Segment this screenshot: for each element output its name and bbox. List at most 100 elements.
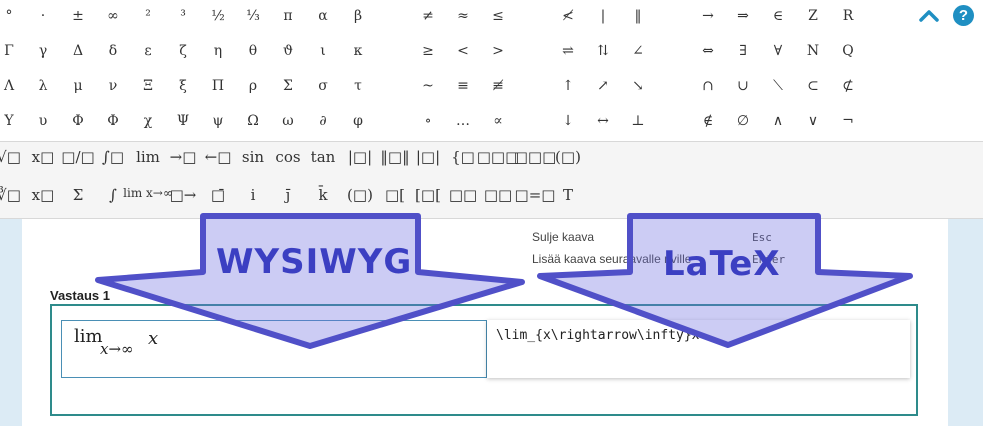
symbol-button[interactable]: ↗ — [588, 78, 618, 94]
symbol-button[interactable]: ½ — [203, 8, 233, 24]
toolbar-button[interactable]: ∫□ — [102, 148, 124, 166]
symbol-button[interactable]: ⊂ — [798, 78, 828, 94]
symbol-button[interactable]: ⟍ — [763, 78, 793, 94]
toolbar-button[interactable]: (□) — [347, 186, 373, 204]
symbol-button[interactable]: ² — [133, 8, 163, 24]
toolbar-button[interactable]: ←□ — [205, 148, 232, 166]
toolbar-button[interactable]: →□ — [170, 148, 197, 166]
symbol-button[interactable]: φ — [343, 113, 373, 129]
symbol-button[interactable]: … — [448, 113, 478, 129]
toolbar-button[interactable]: cos — [275, 148, 300, 166]
symbol-button[interactable]: | — [588, 8, 618, 24]
symbol-button[interactable]: υ — [28, 113, 58, 129]
symbol-button[interactable]: ~ — [413, 78, 443, 94]
symbol-button[interactable]: ∩ — [693, 78, 723, 94]
toolbar-button[interactable]: □→ — [170, 186, 197, 204]
symbol-button[interactable]: ≈ — [448, 8, 478, 24]
toolbar-button[interactable]: lim x→∞ — [123, 186, 173, 200]
symbol-button[interactable]: ↑ — [553, 78, 583, 94]
symbol-button[interactable]: Q — [833, 43, 863, 59]
symbol-button[interactable]: δ — [98, 43, 128, 59]
toolbar-button[interactable]: □[ — [385, 186, 405, 204]
toolbar-button[interactable]: j̄ — [286, 186, 291, 204]
symbol-button[interactable]: Υ — [0, 113, 24, 129]
symbol-button[interactable]: ϑ — [273, 43, 303, 59]
toolbar-button[interactable]: ∫ — [109, 186, 117, 204]
symbol-button[interactable]: ∠ — [623, 43, 653, 59]
symbol-button[interactable]: R — [833, 8, 863, 24]
toolbar-button[interactable]: □□□ — [514, 148, 557, 166]
symbol-button[interactable]: ‖ — [623, 8, 653, 24]
symbol-button[interactable]: ⊄ — [833, 78, 863, 94]
toolbar-button[interactable]: [□[ — [415, 186, 441, 204]
symbol-button[interactable]: Φ — [63, 113, 93, 129]
symbol-button[interactable]: → — [693, 8, 723, 24]
symbol-button[interactable]: Σ — [273, 78, 303, 94]
symbol-button[interactable]: N — [798, 43, 828, 59]
symbol-button[interactable]: π — [273, 8, 303, 24]
symbol-button[interactable]: Ψ — [168, 113, 198, 129]
symbol-button[interactable]: ∧ — [763, 113, 793, 129]
toolbar-button[interactable]: {□ — [451, 148, 475, 166]
help-button[interactable]: ? — [953, 5, 974, 26]
symbol-button[interactable]: ζ — [168, 43, 198, 59]
symbol-button[interactable]: ≥ — [413, 43, 443, 59]
symbol-button[interactable]: ≠ — [413, 8, 443, 24]
symbol-button[interactable]: ° — [0, 8, 24, 24]
toolbar-button[interactable]: lim — [136, 148, 160, 166]
symbol-button[interactable]: ⇅ — [588, 43, 618, 59]
symbol-button[interactable]: ⅓ — [238, 8, 268, 24]
toolbar-button[interactable]: k̄ — [318, 186, 327, 204]
symbol-button[interactable]: γ — [28, 43, 58, 59]
symbol-button[interactable]: λ — [28, 78, 58, 94]
toolbar-button[interactable]: T — [563, 186, 573, 204]
symbol-button[interactable]: μ — [63, 78, 93, 94]
symbol-button[interactable]: ρ — [238, 78, 268, 94]
symbol-button[interactable]: ε — [133, 43, 163, 59]
toolbar-button[interactable]: |□| — [416, 148, 440, 166]
symbol-button[interactable]: α — [308, 8, 338, 24]
symbol-button[interactable]: Γ — [0, 43, 24, 59]
symbol-button[interactable]: ν — [98, 78, 128, 94]
toolbar-button[interactable]: |□| — [348, 148, 372, 166]
symbol-button[interactable]: Ξ — [133, 78, 163, 94]
symbol-button[interactable]: Λ — [0, 78, 24, 94]
symbol-button[interactable]: ∞ — [98, 8, 128, 24]
toolbar-button[interactable]: i — [251, 186, 256, 204]
symbol-button[interactable]: ≤ — [483, 8, 513, 24]
toolbar-button[interactable]: □□ — [449, 186, 477, 204]
symbol-button[interactable]: σ — [308, 78, 338, 94]
symbol-button[interactable]: ι — [308, 43, 338, 59]
toolbar-button[interactable]: tan — [311, 148, 336, 166]
toolbar-button[interactable]: Σ — [73, 186, 84, 204]
symbol-button[interactable]: ψ — [203, 113, 233, 129]
symbol-button[interactable]: Z — [798, 8, 828, 24]
toolbar-button[interactable]: □/□ — [61, 148, 94, 166]
toolbar-button[interactable]: □=□ — [515, 186, 556, 204]
symbol-button[interactable]: ∅ — [728, 113, 758, 129]
symbol-button[interactable]: ∂ — [308, 113, 338, 129]
symbol-button[interactable]: Δ — [63, 43, 93, 59]
symbol-button[interactable]: ∈ — [763, 8, 793, 24]
symbol-button[interactable]: < — [448, 43, 478, 59]
symbol-button[interactable]: ↔ — [588, 113, 618, 129]
collapse-panel-button[interactable] — [918, 6, 940, 26]
symbol-button[interactable]: ∃ — [728, 43, 758, 59]
symbol-button[interactable]: Π — [203, 78, 233, 94]
toolbar-button[interactable]: □□ — [484, 186, 512, 204]
toolbar-button[interactable]: ∛□ — [0, 186, 21, 204]
toolbar-button[interactable]: √□ — [0, 148, 21, 166]
symbol-button[interactable]: ⊥ — [623, 113, 653, 129]
symbol-button[interactable]: ¬ — [833, 113, 863, 129]
toolbar-button[interactable]: □̄ — [211, 186, 225, 204]
symbol-button[interactable]: η — [203, 43, 233, 59]
symbol-button[interactable]: θ — [238, 43, 268, 59]
toolbar-button[interactable]: ‖□‖ — [380, 148, 409, 166]
symbol-button[interactable]: ≡ — [448, 78, 478, 94]
symbol-button[interactable]: ω — [273, 113, 303, 129]
symbol-button[interactable]: ∘ — [413, 113, 443, 129]
symbol-button[interactable]: ↓ — [553, 113, 583, 129]
symbol-button[interactable]: Ω — [238, 113, 268, 129]
symbol-button[interactable]: ≢ — [483, 78, 513, 94]
symbol-button[interactable]: ⇒ — [728, 8, 758, 24]
